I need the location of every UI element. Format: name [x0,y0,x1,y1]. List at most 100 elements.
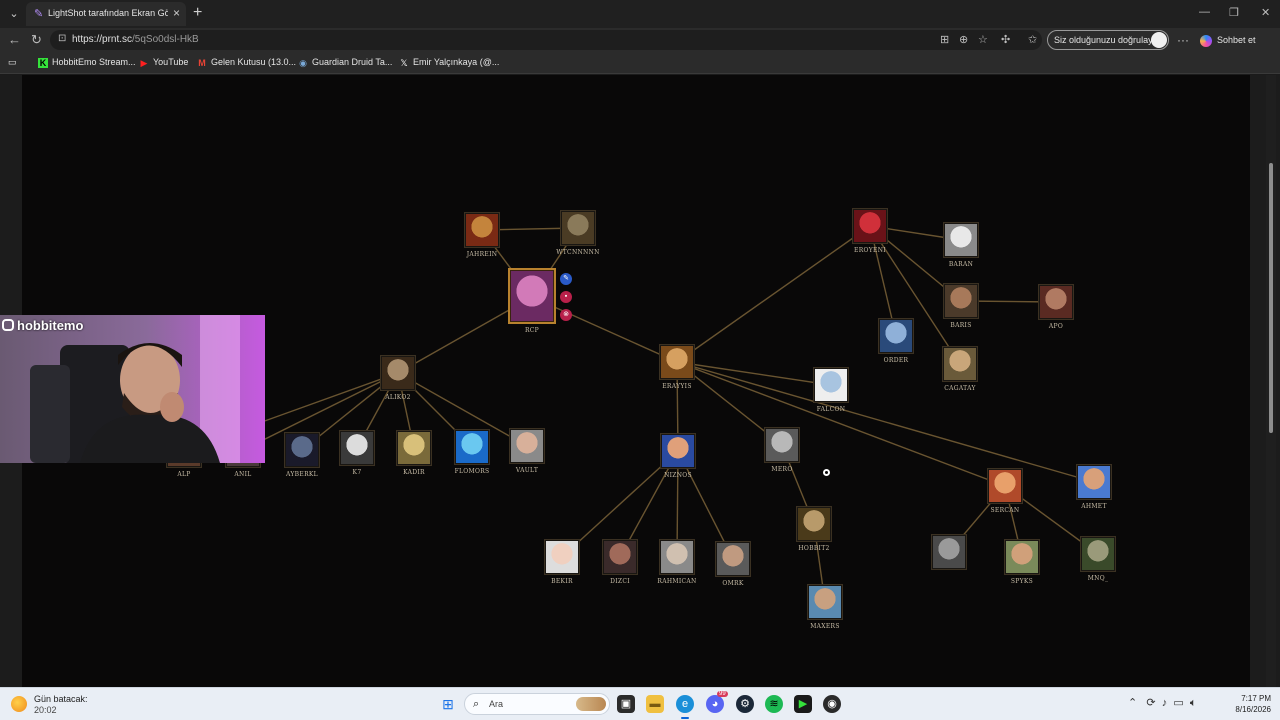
node-label: ORDER [883,357,909,364]
graph-node-mero[interactable]: MERO [760,427,804,473]
node-label: JAHREIN [466,251,498,258]
minimize-icon[interactable]: — [1199,6,1210,18]
edit-node-icon[interactable]: ✎ [560,273,572,285]
edge-erayyis-eroyeni [676,225,871,363]
site-info-icon[interactable]: ⊡ [58,33,66,44]
obs-studio-icon[interactable]: ◉ [823,695,841,713]
taskbar-search[interactable]: ⌕ Ara [464,693,610,715]
tab-actions-menu-icon[interactable]: ⌄ [5,5,23,23]
edge-erayyis-ahmet [676,361,1095,483]
edge-browser-icon[interactable]: e [676,695,694,713]
bookmark-kick[interactable]: K HobbitEmo Stream... [38,57,136,68]
bookmark-x[interactable]: 𝕏 Emir Yalçınkaya (@... [399,57,499,68]
discord-icon[interactable]: ◕ [706,695,724,713]
node-label: MAXERS [810,623,840,630]
node-frame [380,355,416,391]
graph-node-dizci[interactable]: DIZCI [598,539,642,585]
graph-node-baris[interactable]: BARIS [939,283,983,329]
node-avatar [466,214,498,246]
node-label: RCP [524,327,540,334]
scrollbar-thumb[interactable] [1269,163,1273,433]
weather-sunset-icon[interactable] [11,696,27,712]
favorites-icon[interactable]: ✩ [1028,33,1037,46]
steam-icon[interactable]: ⚙ [736,695,754,713]
graph-node-rahmican[interactable]: RAHMICAN [655,539,699,585]
graph-node-baran[interactable]: BARAN [939,222,983,268]
graph-node-hobbit2[interactable]: HOBBIT2 [792,506,836,552]
volume-icon[interactable]: 🔈︎ [1190,697,1197,709]
graph-node-maxers[interactable]: MAXERS [803,584,847,630]
favorite-star-icon[interactable]: ☆ [978,33,988,46]
graph-node-eroyeni[interactable]: EROYENI [848,208,892,254]
graph-node-flomors[interactable]: FLOMORS [450,429,494,475]
node-label: APO [1048,323,1064,330]
tab-close-icon[interactable]: × [173,6,180,20]
graph-node-order[interactable]: ORDER [874,318,918,364]
copilot-chat-button[interactable]: Sohbet et [1200,32,1260,48]
verify-identity-button[interactable]: Siz olduğunuzu doğrulayın [1047,30,1169,50]
weather-widget[interactable]: Gün batacak: 20:02 [34,694,88,716]
more-options-icon[interactable]: ··· [1177,33,1189,47]
graph-node-sercan[interactable]: SERCAN [983,468,1027,514]
verify-label: Siz olduğunuzu doğrulayın [1054,35,1161,45]
node-frame [1038,284,1074,320]
graph-node-wtcn[interactable]: WTCNNNNN [556,210,600,256]
node-frame [508,268,556,324]
page-scrollbar[interactable] [1266,75,1276,687]
graph-node-kadir[interactable]: KADIR [392,430,436,476]
graph-node-niznos[interactable]: NIZNOS [656,433,700,479]
url-field[interactable]: ⊡ https://prnt.sc/5qSo0dsl-HkB ⊞ ⊕ ☆ ✣ ✩ [50,30,1042,50]
node-frame [813,367,849,403]
extensions-icon[interactable]: ✣ [1001,33,1010,46]
graph-node-banned[interactable] [927,534,971,573]
window-close-icon[interactable]: ✕ [1261,6,1270,19]
tab-lightshot[interactable]: ✎ LightShot tarafından Ekran Görünt × [26,2,186,26]
bookmark-wowhead[interactable]: ◉ Guardian Druid Ta... [298,57,392,68]
tray-overflow-icon[interactable]: ⌃ [1128,697,1137,709]
refresh-icon[interactable]: ↻ [31,32,42,48]
bookmark-gmail[interactable]: M Gelen Kutusu (13.0... [197,57,296,68]
graph-node-vault[interactable]: VAULT [505,428,549,474]
windows-start-icon[interactable]: ⊞ [439,695,457,713]
spotify-icon[interactable]: ≋ [765,695,783,713]
network-icon[interactable]: ▭ [1173,697,1183,709]
graph-node-bekir[interactable]: BEKIR [540,539,584,585]
taskbar: Gün batacak: 20:02 ⊞ ⌕ Ara ▣ ▬ e ◕ 99 ⚙ ≋… [0,687,1280,720]
graph-node-ahmet[interactable]: AHMET [1072,464,1116,510]
new-tab-icon[interactable]: + [193,5,202,21]
graph-node-falcon[interactable]: FALCON [809,367,853,413]
file-explorer-icon[interactable]: ▬ [646,695,664,713]
graph-node-mnq[interactable]: MNQ_ [1076,536,1120,582]
graph-node-ayberk[interactable]: AYBERKL [280,432,324,478]
graph-node-spyks[interactable]: SPYKS [1000,539,1044,585]
delete-node-icon[interactable]: ▪ [560,291,572,303]
node-frame [464,212,500,248]
node-frame [1080,536,1116,572]
restore-icon[interactable]: ❐ [1229,6,1239,19]
node-frame [852,208,888,244]
back-icon[interactable]: ← [8,32,21,48]
remove-node-icon[interactable]: ⊗ [560,309,572,321]
split-screen-icon[interactable]: ⊞ [940,33,949,46]
bookmark-youtube[interactable]: ▶ YouTube [139,57,189,68]
graph-node-jahrein[interactable]: JAHREIN [460,212,504,258]
graph-node-aliko[interactable]: ALIKO2 [376,355,420,401]
graph-node-omrk[interactable]: OMRK [711,541,755,587]
sync-icon[interactable]: ⟳ [1146,697,1155,709]
taskbar-clock[interactable]: 7:17 PM 8/16/2026 [1229,693,1271,715]
graph-node-erayyis[interactable]: ERAYYIS [655,344,699,390]
node-avatar [286,434,318,466]
node-label: FLOMORS [454,468,490,475]
graph-node-rcp[interactable]: RCP [504,268,560,334]
task-view-icon[interactable]: ▣ [617,695,635,713]
obs-stream-icon[interactable]: ▶ [794,695,812,713]
bookmarks-toggle-icon[interactable]: ▭ [8,57,17,68]
graph-node-cagatay[interactable]: CAGATAY [938,346,982,392]
node-avatar [382,357,414,389]
microphone-icon[interactable]: ♪ [1162,697,1168,709]
graph-node-k7[interactable]: K7 [335,430,379,476]
node-avatar [662,435,694,467]
node-frame [659,344,695,380]
zoom-icon[interactable]: ⊕ [959,33,968,46]
graph-node-apo[interactable]: APO [1034,284,1078,330]
